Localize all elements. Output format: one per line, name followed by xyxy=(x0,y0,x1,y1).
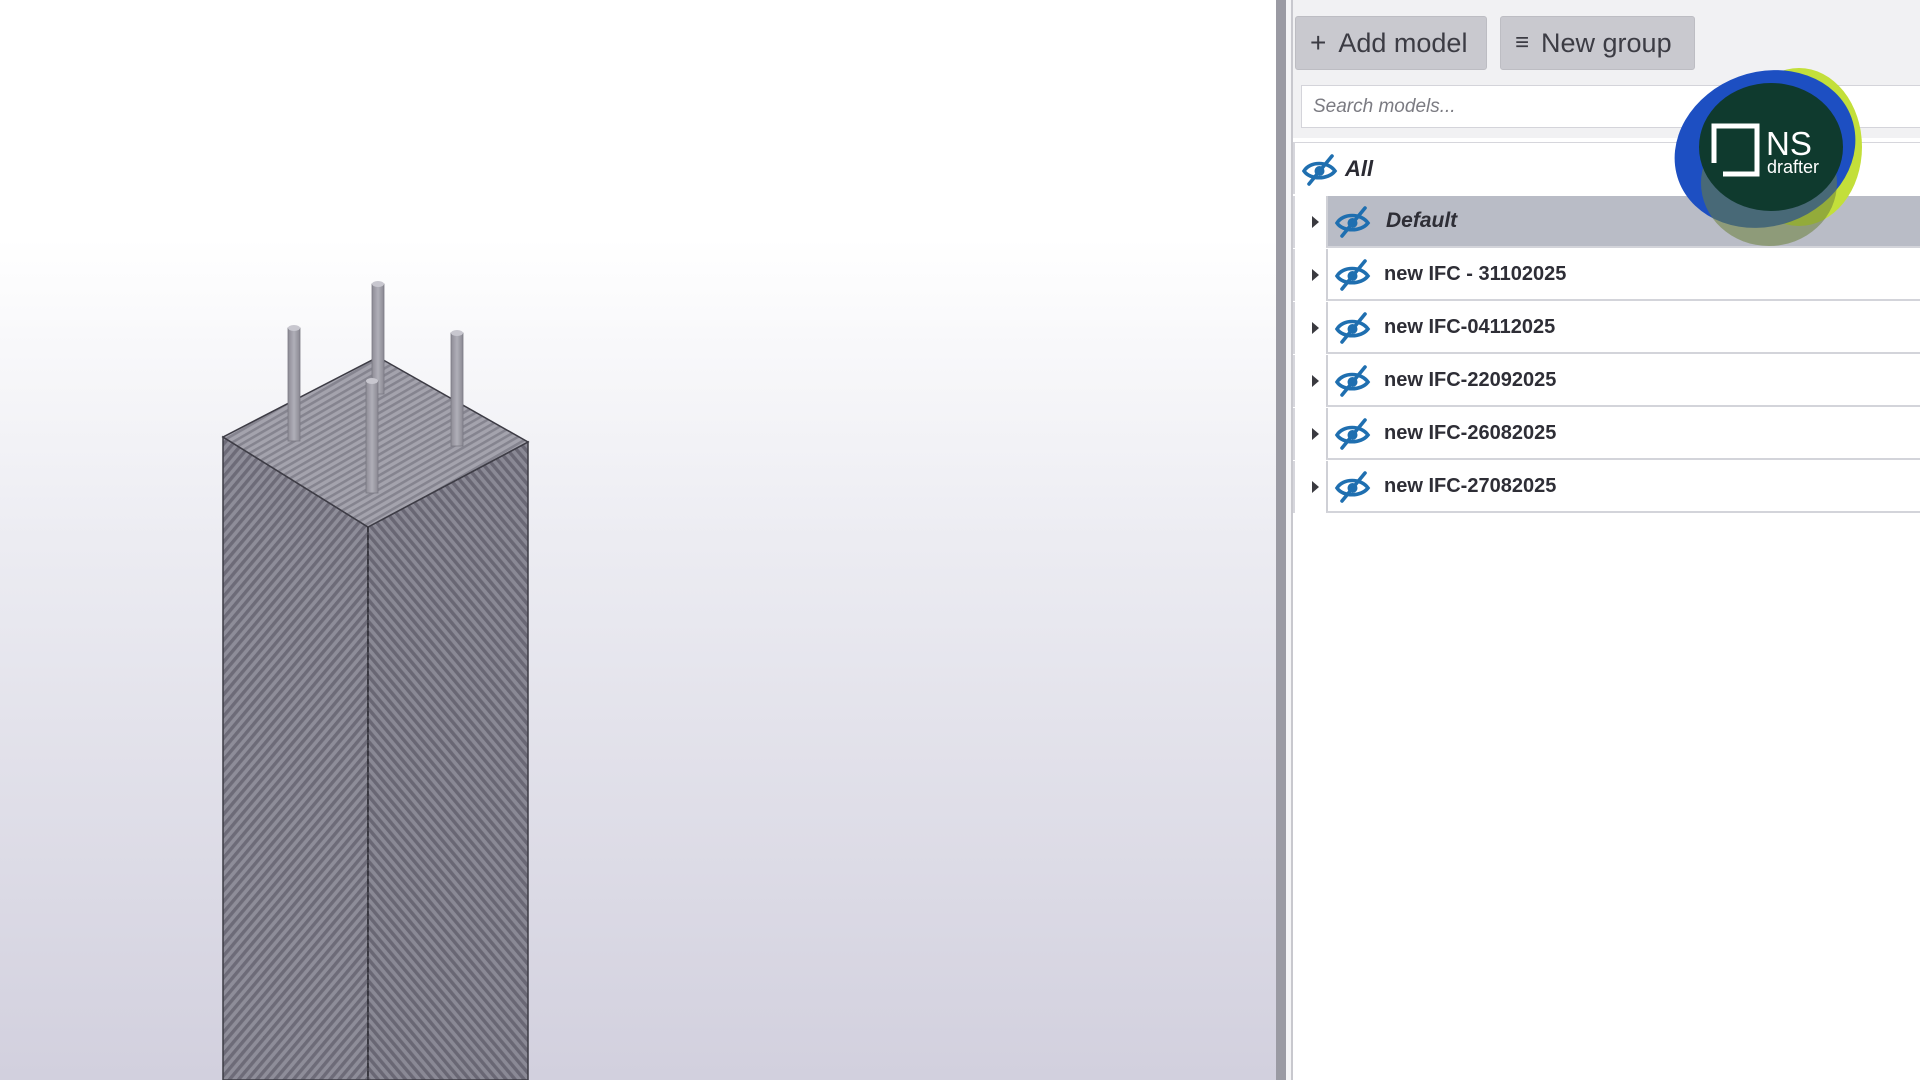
new-group-label: New group xyxy=(1541,27,1672,58)
tree-all-label: All xyxy=(1345,155,1374,181)
expand-caret-icon[interactable] xyxy=(1293,302,1326,354)
column-3d-model[interactable] xyxy=(0,0,1276,1080)
ns-drafter-logo: NS drafter xyxy=(1674,68,1862,246)
visibility-hidden-icon[interactable] xyxy=(1334,416,1372,450)
visibility-hidden-icon[interactable] xyxy=(1334,310,1372,344)
visibility-hidden-icon[interactable] xyxy=(1334,469,1372,503)
tree-item-cell[interactable]: new IFC-26082025 xyxy=(1326,408,1920,460)
tree-item-cell[interactable]: new IFC - 31102025 xyxy=(1326,249,1920,301)
tree-item-label: new IFC-26082025 xyxy=(1384,421,1557,444)
expand-caret-icon[interactable] xyxy=(1293,196,1326,248)
tree-item-cell[interactable]: new IFC-22092025 xyxy=(1326,355,1920,407)
new-group-button[interactable]: ≡ New group xyxy=(1500,16,1695,70)
tree-item-ifc-04112025[interactable]: new IFC-04112025 xyxy=(1293,302,1920,354)
tree-item-cell[interactable]: new IFC-04112025 xyxy=(1326,302,1920,354)
tree-item-label: new IFC-04112025 xyxy=(1384,315,1556,338)
expand-caret-icon[interactable] xyxy=(1293,249,1326,301)
tree-item-ifc-31102025[interactable]: new IFC - 31102025 xyxy=(1293,249,1920,301)
splitter-handle[interactable] xyxy=(1276,0,1286,1080)
expand-caret-icon[interactable] xyxy=(1293,408,1326,460)
tree-item-cell[interactable]: new IFC-27082025 xyxy=(1326,461,1920,513)
tree-item-label: new IFC-27082025 xyxy=(1384,474,1557,497)
visibility-hidden-icon[interactable] xyxy=(1334,363,1372,397)
tree-item-label: Default xyxy=(1386,209,1458,232)
visibility-hidden-icon[interactable] xyxy=(1301,152,1339,186)
list-icon: ≡ xyxy=(1515,29,1530,56)
column-right-face xyxy=(367,440,529,1080)
plus-icon: + xyxy=(1310,27,1327,58)
add-model-label: Add model xyxy=(1338,27,1468,58)
tree-item-ifc-22092025[interactable]: new IFC-22092025 xyxy=(1293,355,1920,407)
visibility-hidden-icon[interactable] xyxy=(1334,257,1372,291)
visibility-hidden-icon[interactable] xyxy=(1334,204,1372,238)
column-left-face xyxy=(222,435,369,1080)
model-viewport[interactable] xyxy=(0,0,1276,1080)
logo-text-sub: drafter xyxy=(1767,157,1819,177)
tree-item-ifc-26082025[interactable]: new IFC-26082025 xyxy=(1293,408,1920,460)
tree-item-ifc-27082025[interactable]: new IFC-27082025 xyxy=(1293,461,1920,513)
expand-caret-icon[interactable] xyxy=(1293,461,1326,513)
expand-caret-icon[interactable] xyxy=(1293,355,1326,407)
tree-item-label: new IFC - 31102025 xyxy=(1384,262,1567,285)
tree-item-label: new IFC-22092025 xyxy=(1384,368,1557,391)
add-model-button[interactable]: + Add model xyxy=(1295,16,1487,70)
